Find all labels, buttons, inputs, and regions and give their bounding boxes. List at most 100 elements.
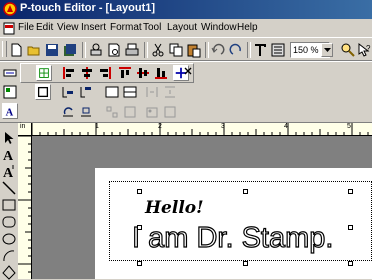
align-center-icon[interactable] xyxy=(79,65,95,81)
save-icon[interactable] xyxy=(44,42,60,58)
arc-icon[interactable] xyxy=(1,248,17,264)
text-tool-icon[interactable] xyxy=(252,42,268,58)
page-preview-icon[interactable] xyxy=(106,42,122,58)
ruler-ticks xyxy=(32,123,369,135)
text-insert-icon[interactable]: A xyxy=(2,103,18,119)
open-folder-icon[interactable] xyxy=(26,42,42,58)
selection-handle[interactable] xyxy=(137,189,142,194)
print-preview-icon[interactable] xyxy=(88,42,104,58)
svg-text:A: A xyxy=(3,149,14,162)
zoom-dropdown-button[interactable] xyxy=(321,43,333,57)
menu-insert[interactable]: Insert xyxy=(81,22,106,33)
align-left-icon[interactable] xyxy=(61,65,77,81)
rotate-left-icon[interactable] xyxy=(60,104,76,120)
ellipse-icon[interactable] xyxy=(1,231,17,247)
ruler-mark-1: 1 xyxy=(95,123,99,130)
ruler-corner: in xyxy=(18,123,32,136)
ruler-ticks-vertical xyxy=(18,136,31,273)
align-middle-icon[interactable] xyxy=(135,65,151,81)
vertical-text-icon[interactable]: A xyxy=(1,163,17,179)
ruler-mark-2: 2 xyxy=(158,123,162,130)
toolbar-separator xyxy=(205,42,209,58)
zoom-value: 150 % xyxy=(293,45,319,55)
toolbar-separator xyxy=(144,42,148,58)
vertical-ruler xyxy=(18,136,32,279)
svg-text:?: ? xyxy=(366,44,371,53)
label-text-stamp[interactable]: I am Dr. Stamp. xyxy=(131,221,334,255)
align-top-icon[interactable] xyxy=(117,65,133,81)
ruler-unit: in xyxy=(20,123,26,130)
chevron-down-icon xyxy=(324,48,331,52)
label-format-icon[interactable] xyxy=(2,65,18,81)
label-text-hello[interactable]: Hello! xyxy=(145,198,204,218)
copy-icon[interactable] xyxy=(168,42,184,58)
group-disabled-icon[interactable] xyxy=(104,104,120,120)
menu-view[interactable]: View xyxy=(57,22,79,33)
toolbar-separator xyxy=(82,42,86,58)
frame-disabled-icon[interactable] xyxy=(162,104,178,120)
toolbar-separator xyxy=(247,42,251,58)
box-outline-icon[interactable] xyxy=(104,84,120,100)
bring-front-icon[interactable] xyxy=(60,84,76,100)
box-split-icon[interactable] xyxy=(122,84,138,100)
undo-icon[interactable] xyxy=(210,42,226,58)
select-arrow-icon[interactable] xyxy=(1,130,17,146)
zoom-in-icon[interactable] xyxy=(340,42,356,58)
arrange-toolbar xyxy=(20,83,194,103)
cut-icon[interactable] xyxy=(150,42,166,58)
menu-help[interactable]: Help xyxy=(237,22,258,33)
align-right-icon[interactable] xyxy=(97,65,113,81)
align-toolbar xyxy=(20,63,194,83)
align-bottom-icon[interactable] xyxy=(153,65,169,81)
layout-icon[interactable] xyxy=(2,84,18,100)
menu-bar: File Edit View Insert Format Tool Layout… xyxy=(0,19,372,37)
selection-handle[interactable] xyxy=(348,189,353,194)
title-bar: P-touch Editor - [Layout1] xyxy=(0,0,372,19)
print-icon[interactable] xyxy=(124,42,140,58)
text-icon[interactable]: A xyxy=(1,146,17,162)
redo-icon[interactable] xyxy=(228,42,244,58)
ruler-mark-5: 5 xyxy=(347,123,351,130)
frame-select-icon[interactable] xyxy=(35,84,51,100)
menu-layout[interactable]: Layout xyxy=(167,22,197,33)
help-pointer-icon[interactable]: ? xyxy=(356,42,372,58)
selection-handle[interactable] xyxy=(243,189,248,194)
object-toolbar-area: A xyxy=(0,61,372,123)
group-toolbar xyxy=(20,103,194,123)
menu-file[interactable]: File xyxy=(18,22,34,33)
text-frame-icon[interactable] xyxy=(270,42,286,58)
ungroup-disabled-icon[interactable] xyxy=(122,104,138,120)
draw-toolbar: A A xyxy=(0,123,18,280)
document-icon[interactable] xyxy=(2,21,16,35)
window-title: P-touch Editor - [Layout1] xyxy=(20,2,156,14)
rectangle-icon[interactable] xyxy=(1,197,17,213)
ruler-mark-4: 4 xyxy=(284,123,288,130)
selection-handle[interactable] xyxy=(243,261,248,266)
image-disabled-icon[interactable] xyxy=(144,104,160,120)
menu-window[interactable]: Window xyxy=(201,22,237,33)
menu-tool[interactable]: Tool xyxy=(143,22,161,33)
new-document-icon[interactable] xyxy=(8,42,24,58)
rotate-right-icon[interactable] xyxy=(78,104,94,120)
menu-format[interactable]: Format xyxy=(110,22,142,33)
ruler-mark-3: 3 xyxy=(221,123,225,130)
selection-handle[interactable] xyxy=(348,261,353,266)
horizontal-ruler: 1 2 3 4 5 xyxy=(32,123,372,136)
paste-icon[interactable] xyxy=(186,42,202,58)
close-icon[interactable] xyxy=(184,67,192,75)
send-back-icon[interactable] xyxy=(78,84,94,100)
selection-handle[interactable] xyxy=(137,261,142,266)
line-icon[interactable] xyxy=(1,180,17,196)
save-all-icon[interactable] xyxy=(62,42,78,58)
distribute-vertical-disabled-icon[interactable] xyxy=(162,84,178,100)
distribute-disabled-icon[interactable] xyxy=(144,84,160,100)
standard-toolbar: 150 % ? xyxy=(0,37,372,61)
selection-handle[interactable] xyxy=(348,225,353,230)
toolbar-grip[interactable] xyxy=(2,41,7,57)
polygon-icon[interactable] xyxy=(1,264,17,280)
menu-edit[interactable]: Edit xyxy=(36,22,53,33)
svg-text:A: A xyxy=(3,166,14,179)
grid-select-icon[interactable] xyxy=(36,65,52,81)
p-touch-app-icon[interactable] xyxy=(3,2,17,16)
rounded-rectangle-icon[interactable] xyxy=(1,214,17,230)
